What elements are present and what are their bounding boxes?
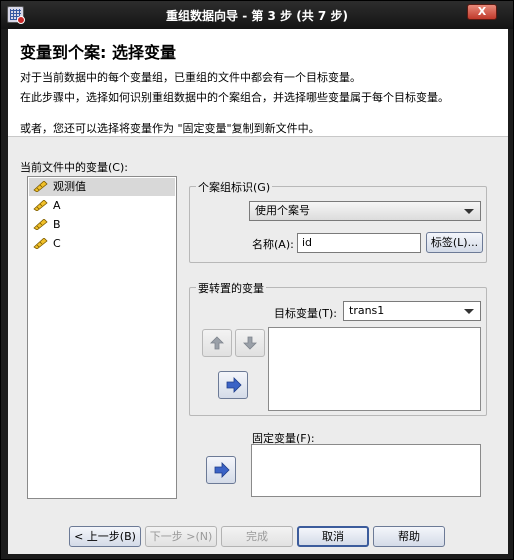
cancel-button[interactable]: 取消: [297, 526, 369, 547]
fixed-variables-list[interactable]: [251, 444, 481, 497]
name-field[interactable]: id: [297, 233, 421, 253]
help-button[interactable]: 帮助: [373, 526, 445, 547]
title-bar[interactable]: 重组数据向导 - 第 3 步 (共 7 步) X: [1, 1, 513, 29]
move-to-transpose-button[interactable]: [218, 371, 248, 399]
page-title: 变量到个案: 选择变量: [20, 43, 176, 62]
arrow-right-icon: [214, 462, 230, 478]
current-variables-list[interactable]: 观测值 A B C: [27, 176, 177, 499]
case-group-method-value: 使用个案号: [255, 204, 310, 217]
target-variable-value: trans1: [349, 304, 385, 317]
label-button[interactable]: 标签(L)...: [426, 232, 483, 253]
back-button[interactable]: < 上一步(B): [69, 526, 141, 547]
list-item[interactable]: C: [29, 235, 175, 253]
scale-variable-icon: [33, 200, 48, 211]
move-to-fixed-button[interactable]: [206, 456, 236, 484]
variable-name: C: [53, 237, 61, 250]
chevron-down-icon: [464, 209, 474, 214]
list-item[interactable]: A: [29, 197, 175, 215]
dialog-window: 重组数据向导 - 第 3 步 (共 7 步) X 变量到个案: 选择变量 对于当…: [0, 0, 514, 560]
current-variables-label: 当前文件中的变量(C):: [20, 161, 128, 174]
finish-button[interactable]: 完成: [221, 526, 293, 547]
case-group-label: 个案组标识(G): [196, 179, 273, 195]
scale-variable-icon: [33, 181, 48, 192]
case-group-panel: 个案组标识(G) 使用个案号 名称(A): id 标签(L)...: [189, 179, 487, 263]
move-up-button[interactable]: [202, 329, 232, 357]
list-item[interactable]: B: [29, 216, 175, 234]
dialog-body: 变量到个案: 选择变量 对于当前数据中的每个变量组，已重组的文件中都会有一个目标…: [8, 29, 508, 554]
transpose-variables-list[interactable]: [268, 327, 481, 411]
case-group-method-select[interactable]: 使用个案号: [249, 201, 481, 221]
variable-name: 观测值: [53, 180, 86, 193]
scale-variable-icon: [33, 238, 48, 249]
target-variable-select[interactable]: trans1: [343, 301, 481, 321]
description-line-1: 对于当前数据中的每个变量组，已重组的文件中都会有一个目标变量。: [20, 71, 361, 84]
close-button[interactable]: X: [467, 4, 497, 20]
variable-name: B: [53, 218, 61, 231]
arrow-right-icon: [226, 377, 242, 393]
window-title: 重组数据向导 - 第 3 步 (共 7 步): [166, 9, 348, 23]
arrow-up-icon: [210, 336, 224, 350]
fixed-variable-note: 或者，您还可以选择将变量作为 "固定变量"复制到新文件中。: [20, 122, 320, 135]
scale-variable-icon: [33, 219, 48, 230]
move-down-button[interactable]: [235, 329, 265, 357]
target-variable-label: 目标变量(T):: [274, 307, 338, 320]
transpose-panel: 要转置的变量 目标变量(T): trans1: [189, 280, 487, 416]
chevron-down-icon: [464, 309, 474, 314]
transpose-label: 要转置的变量: [196, 280, 266, 296]
name-label: 名称(A):: [252, 238, 294, 251]
arrow-down-icon: [243, 336, 257, 350]
list-item[interactable]: 观测值: [29, 178, 175, 196]
header-pane: 变量到个案: 选择变量 对于当前数据中的每个变量组，已重组的文件中都会有一个目标…: [8, 29, 508, 137]
variable-name: A: [53, 199, 61, 212]
description-line-2: 在此步骤中，选择如何识别重组数据中的个案组合，并选择哪些变量属于每个目标变量。: [20, 91, 449, 104]
next-button[interactable]: 下一步 >(N): [145, 526, 217, 547]
